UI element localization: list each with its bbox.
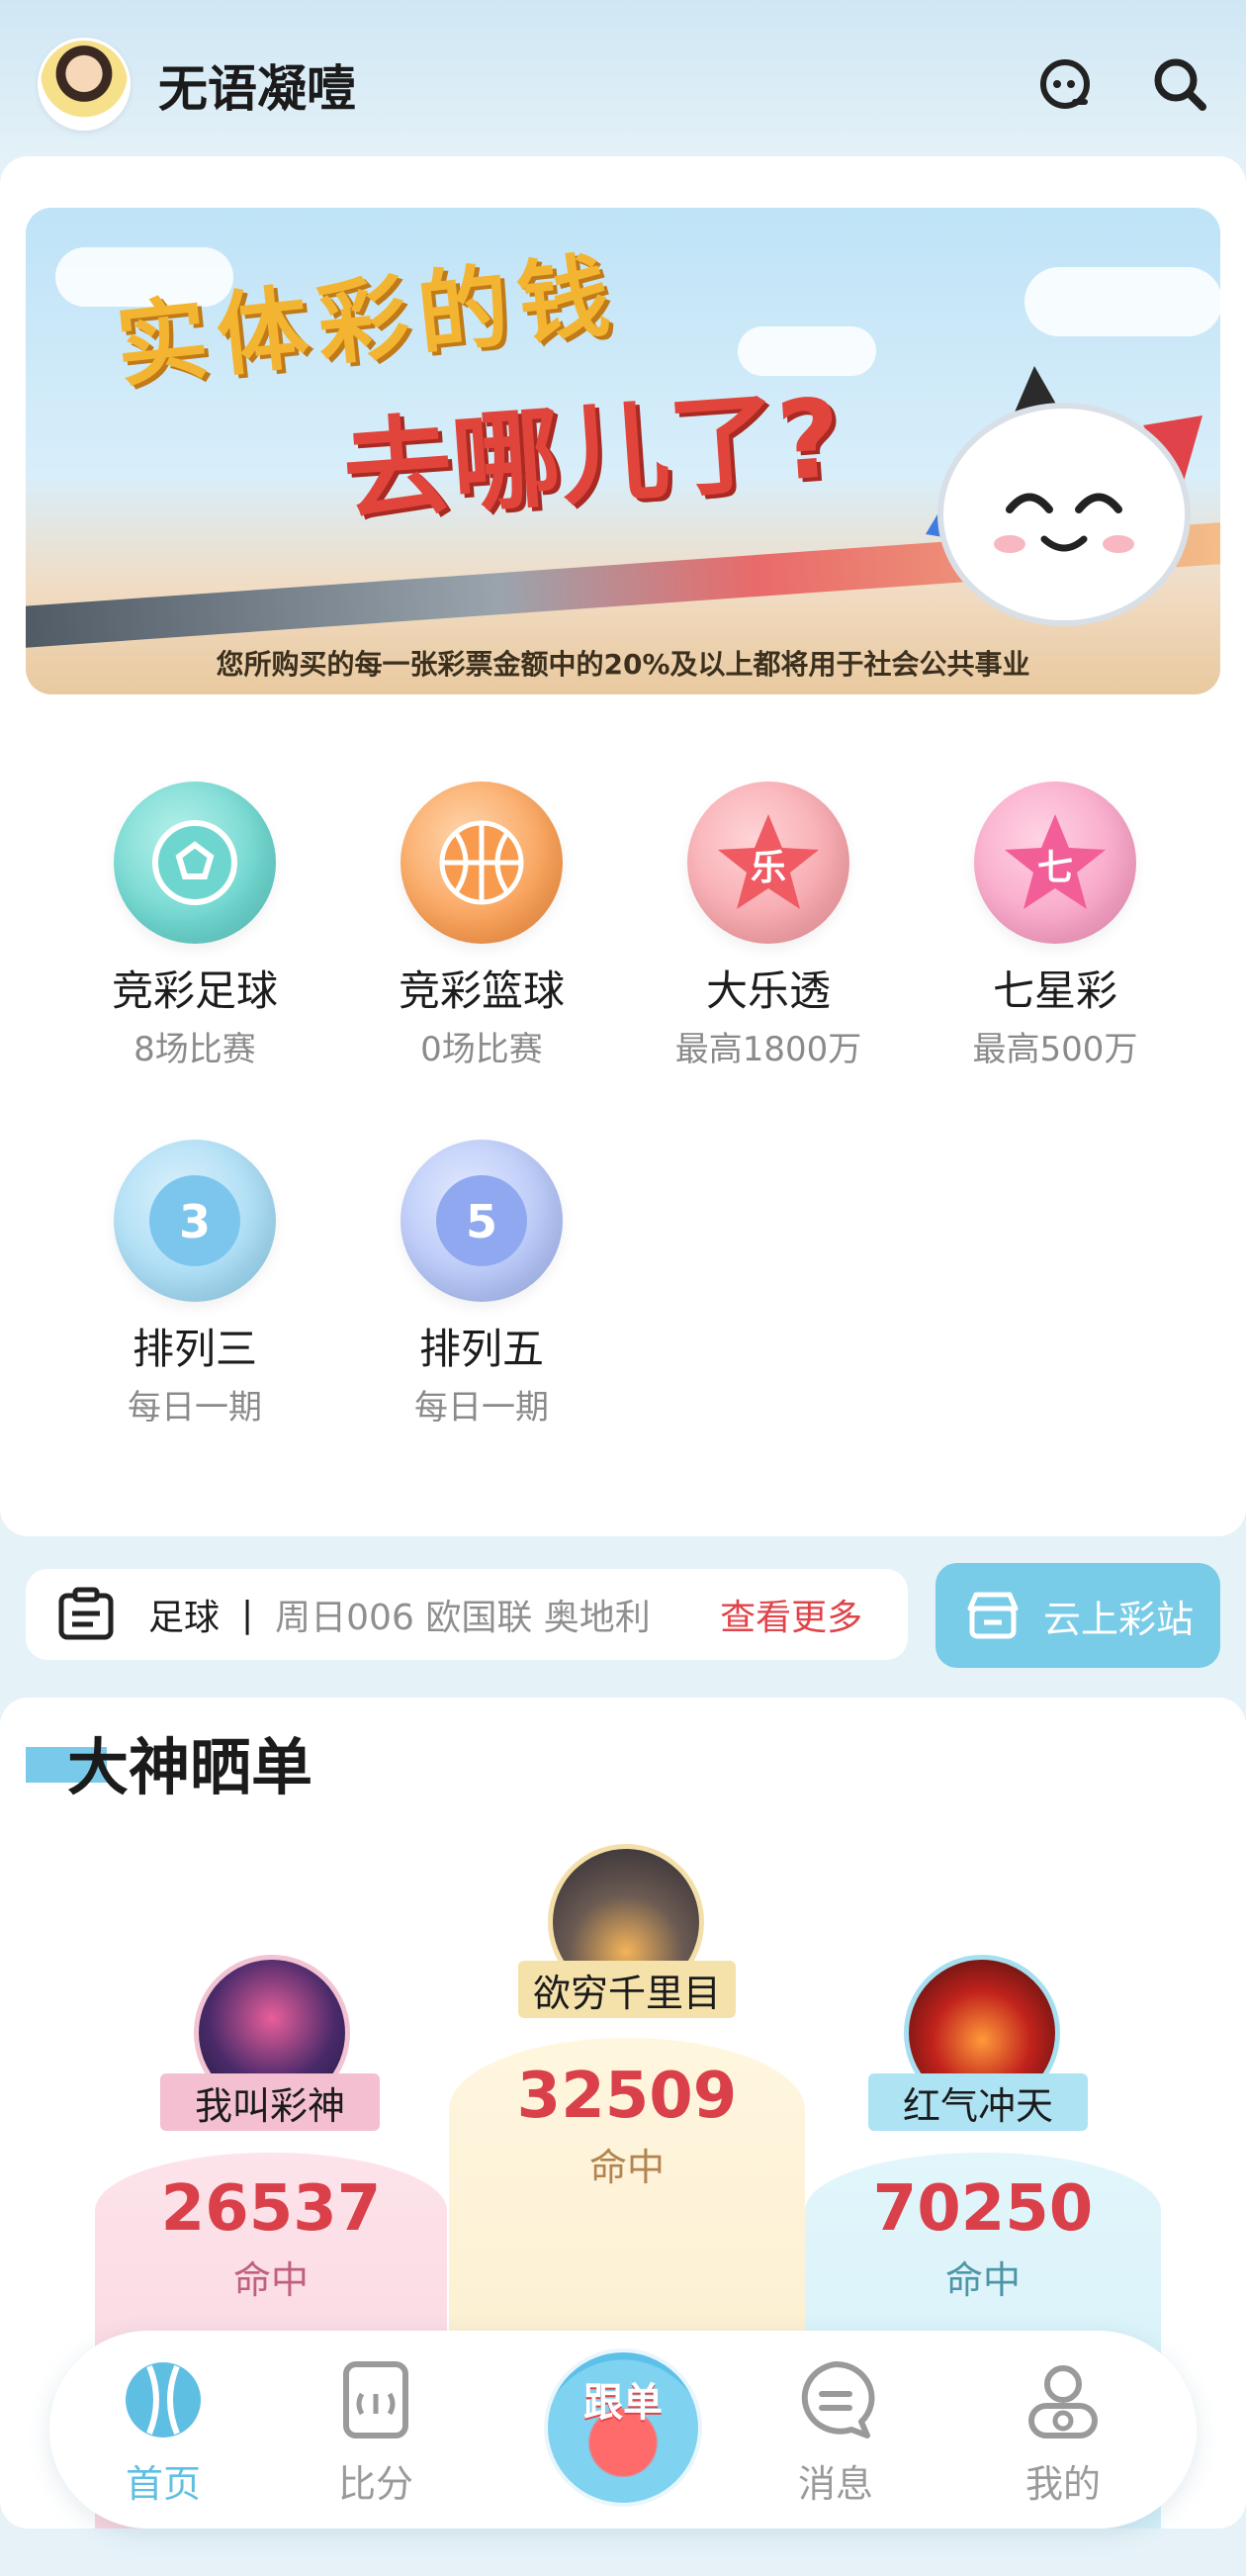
ball-5-icon: 5	[400, 1140, 563, 1302]
avatar[interactable]	[38, 38, 131, 131]
cloud-station-button[interactable]: 云上彩站	[935, 1563, 1220, 1668]
game-sub: 最高1800万	[674, 1030, 862, 1069]
follow-mascot-icon: 跟单	[583, 2380, 663, 2426]
game-name: 大乐透	[705, 966, 831, 1015]
document-icon	[58, 1587, 114, 1640]
nav-label: 消息	[797, 2462, 873, 2506]
ticker-item: 周日006 欧国联 奥地利	[275, 1598, 651, 1638]
nav-messages[interactable]: 消息	[761, 2356, 910, 2508]
view-more-link[interactable]: 查看更多	[720, 1589, 862, 1640]
bottom-nav: 首页 比分 跟单 消息 我的	[49, 2331, 1197, 2529]
game-pl3[interactable]: 3 排列三 每日一期	[86, 1140, 304, 1428]
soccer-ball-icon	[114, 782, 276, 944]
svg-text:乐: 乐	[751, 848, 786, 888]
nav-score[interactable]: 比分	[302, 2356, 450, 2508]
score-card-icon	[343, 2361, 408, 2438]
podium-score: 26537	[160, 2172, 382, 2246]
banner-headline-2: 去哪儿了?	[338, 374, 846, 536]
game-sub: 8场比赛	[134, 1030, 256, 1069]
nav-label: 我的	[1024, 2462, 1101, 2506]
podium-score: 32509	[516, 2060, 738, 2133]
message-bubble-icon	[801, 2360, 875, 2438]
game-name: 竞彩足球	[111, 966, 278, 1015]
section-title: 大神晒单	[67, 1731, 313, 1803]
app-header: 无语凝噎	[0, 0, 1246, 158]
game-sub: 每日一期	[414, 1388, 549, 1427]
podium-name: 我叫彩神	[160, 2073, 380, 2131]
game-qxc[interactable]: 七 七星彩 最高500万	[946, 782, 1164, 1070]
ticker-sport: 足球	[148, 1598, 221, 1638]
podium-hit-label: 命中	[232, 2258, 309, 2302]
ticker-separator: |	[241, 1594, 254, 1635]
svg-text:5: 5	[466, 1195, 497, 1248]
game-jclq[interactable]: 竞彩篮球 0场比赛	[373, 782, 590, 1070]
match-ticker[interactable]: 足球 | 周日006 欧国联 奥地利 查看更多	[26, 1569, 908, 1660]
podium-hit-label: 命中	[944, 2258, 1021, 2302]
search-icon[interactable]	[1147, 51, 1212, 117]
basketball-icon	[400, 782, 563, 944]
nav-profile[interactable]: 我的	[989, 2356, 1137, 2508]
nav-label: 比分	[337, 2462, 413, 2506]
game-name: 竞彩篮球	[398, 966, 565, 1015]
game-name: 排列三	[132, 1325, 257, 1373]
main-card: 实体彩的钱 去哪儿了? 您所购买的每一张彩票金额中的20%及以上都将用于社会公共…	[0, 156, 1246, 1536]
game-sub: 0场比赛	[420, 1030, 543, 1069]
page-title: 无语凝噎	[158, 60, 356, 118]
game-sub: 每日一期	[128, 1388, 262, 1427]
podium-score: 70250	[872, 2172, 1094, 2246]
home-ball-icon	[126, 2362, 201, 2438]
headset-bot-icon[interactable]	[1032, 51, 1098, 117]
game-jczq[interactable]: 竞彩足球 8场比赛	[86, 782, 304, 1070]
game-sub: 最高500万	[972, 1030, 1138, 1069]
podium-hit-label: 命中	[588, 2146, 665, 2189]
mascot-icon	[926, 366, 1202, 626]
ball-3-icon: 3	[114, 1140, 276, 1302]
podium-name: 红气冲天	[868, 2073, 1088, 2131]
game-name: 七星彩	[992, 966, 1117, 1015]
podium-name: 欲穷千里目	[518, 1961, 736, 2018]
svg-text:3: 3	[179, 1195, 211, 1248]
cloud-station-label: 云上彩站	[1042, 1597, 1194, 1641]
nav-home[interactable]: 首页	[89, 2356, 237, 2508]
nav-label: 首页	[125, 2462, 201, 2506]
svg-text:七: 七	[1037, 848, 1073, 888]
star-le-icon: 乐	[687, 782, 849, 944]
banner-caption: 您所购买的每一张彩票金额中的20%及以上都将用于社会公共事业	[216, 648, 1030, 681]
store-icon	[967, 1592, 1019, 1639]
game-dlt[interactable]: 乐 大乐透 最高1800万	[660, 782, 877, 1070]
game-name: 排列五	[418, 1325, 544, 1373]
profile-icon	[1028, 2365, 1098, 2438]
star-seven-icon: 七	[974, 782, 1136, 944]
game-pl5[interactable]: 5 排列五 每日一期	[373, 1140, 590, 1428]
promo-banner[interactable]: 实体彩的钱 去哪儿了? 您所购买的每一张彩票金额中的20%及以上都将用于社会公共…	[26, 208, 1220, 694]
nav-follow[interactable]: 跟单	[544, 2348, 702, 2507]
